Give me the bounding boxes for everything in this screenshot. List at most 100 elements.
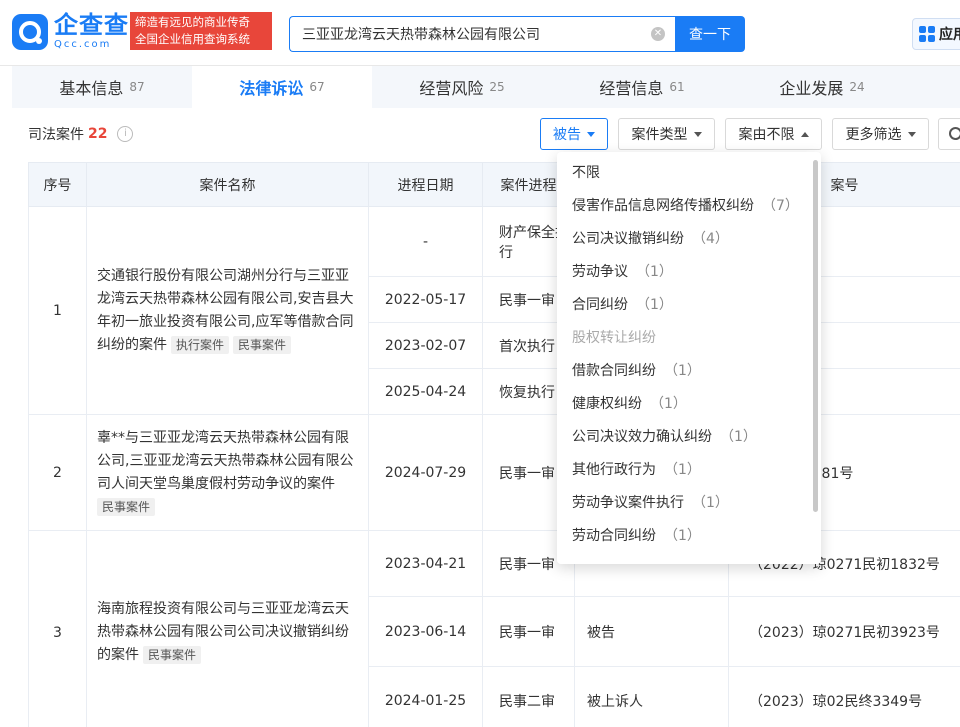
cause-option[interactable]: 健康权纠纷 （1）: [557, 388, 821, 421]
chevron-down-icon: [693, 131, 702, 137]
app-button[interactable]: 应用: [912, 18, 960, 50]
case-stage: 民事一审: [482, 596, 575, 667]
progress-date: 2023-04-21: [368, 530, 483, 597]
cause-options: 不限 侵害作品信息网络传播权纠纷 （7） 公司决议撤销纠纷 （4） 劳动争议 （1） …: [557, 152, 821, 553]
case-name[interactable]: 海南旅程投资有限公司与三亚亚龙湾云天热带森林公园有限公司公司决议撤销纠纷的案件: [97, 601, 349, 663]
option-label: 劳动合同纠纷: [572, 528, 656, 544]
cause-option[interactable]: 公司决议效力确认纠纷 （1）: [557, 421, 821, 454]
main-tabs: 基本信息 87 法律诉讼 67 经营风险 25 经营信息 61 企业发展 24: [12, 66, 960, 108]
logo-en: Qcc.com: [54, 39, 112, 50]
search-input[interactable]: [290, 17, 630, 51]
option-label: 其他行政行为: [572, 462, 656, 478]
chevron-down-icon: [907, 131, 916, 137]
more-filter-label: 更多筛选: [845, 127, 902, 143]
logo[interactable]: 企查查 Qcc.com: [54, 11, 129, 51]
more-filter-button[interactable]: 更多筛选: [832, 118, 929, 150]
cause-option[interactable]: 其他行政行为 （1）: [557, 454, 821, 487]
option-label: 公司决议撤销纠纷: [572, 231, 684, 247]
option-count: （1）: [692, 495, 729, 511]
th-date: 进程日期: [368, 162, 483, 207]
cause-option[interactable]: 劳动争议案件执行 （1）: [557, 487, 821, 520]
cause-option[interactable]: 公司决议撤销纠纷 （4）: [557, 223, 821, 256]
party-role: 被上诉人: [574, 666, 729, 727]
option-count: （1）: [650, 396, 687, 412]
tab-count: 87: [129, 80, 145, 94]
page: 企查查 Qcc.com 缔造有远见的商业传奇 全国企业信用查询系统 ✕ 查一下 …: [0, 0, 960, 727]
option-label: 劳动争议案件执行: [572, 495, 684, 511]
progress-date: 2022-05-17: [368, 276, 483, 323]
cause-option[interactable]: 劳动合同纠纷 （1）: [557, 520, 821, 553]
case-tag: 民事案件: [233, 335, 292, 354]
tab-risk[interactable]: 经营风险 25: [372, 66, 552, 108]
section-title-text: 司法案件: [28, 127, 84, 143]
row-idx: 2: [28, 414, 87, 531]
cause-option[interactable]: 劳动争议 （1）: [557, 256, 821, 289]
case-number-link[interactable]: （2023）琼0271民初3923号: [728, 596, 960, 667]
tab-label: 经营信息: [599, 79, 664, 98]
tab-basic-info[interactable]: 基本信息 87: [12, 66, 192, 108]
option-label: 合同纠纷: [572, 297, 628, 313]
search-box: ✕: [289, 16, 675, 52]
tab-label: 法律诉讼: [239, 79, 304, 98]
case-tag: 执行案件: [171, 335, 230, 354]
tab-operation[interactable]: 经营信息 61: [552, 66, 732, 108]
tab-legal[interactable]: 法律诉讼 67: [192, 66, 372, 108]
case-number-link[interactable]: （2023）琼02民终3349号: [728, 666, 960, 727]
tab-development[interactable]: 企业发展 24: [732, 66, 912, 108]
dropdown-scrollbar[interactable]: [813, 160, 818, 512]
cause-filter-label: 案由不限: [738, 127, 795, 143]
case-name-cell[interactable]: 辜**与三亚亚龙湾云天热带森林公园有限公司,三亚亚龙湾云天热带森林公园有限公司人…: [86, 414, 369, 531]
option-count: （4）: [692, 231, 729, 247]
tab-count: 25: [489, 80, 505, 94]
option-label: 不限: [572, 165, 600, 181]
slogan-line2: 全国企业信用查询系统: [135, 32, 250, 46]
table-search-button[interactable]: [938, 118, 960, 150]
option-label: 借款合同纠纷: [572, 363, 656, 379]
qcc-logo-icon[interactable]: [12, 14, 48, 50]
case-type-filter-button[interactable]: 案件类型: [618, 118, 715, 150]
clear-icon[interactable]: ✕: [651, 27, 665, 41]
section-count: 22: [88, 126, 108, 142]
role-filter-label: 被告: [553, 127, 581, 143]
tab-count: 61: [669, 80, 685, 94]
case-name-cell[interactable]: 海南旅程投资有限公司与三亚亚龙湾云天热带森林公园有限公司公司决议撤销纠纷的案件民…: [86, 530, 369, 727]
info-icon[interactable]: i: [117, 126, 134, 142]
cause-option-disabled: 股权转让纠纷: [557, 322, 821, 355]
tab-label: 企业发展: [779, 79, 844, 98]
top-header: 企查查 Qcc.com 缔造有远见的商业传奇 全国企业信用查询系统 ✕ 查一下 …: [0, 0, 960, 66]
option-count: （1）: [664, 528, 701, 544]
cause-option[interactable]: 合同纠纷 （1）: [557, 289, 821, 322]
progress-date: 2024-07-29: [368, 414, 483, 531]
option-count: （1）: [664, 462, 701, 478]
search-button[interactable]: 查一下: [675, 16, 745, 52]
slogan-badge: 缔造有远见的商业传奇 全国企业信用查询系统: [130, 12, 272, 50]
case-tag: 民事案件: [143, 646, 202, 664]
option-count: （7）: [762, 198, 799, 214]
option-count: （1）: [636, 264, 673, 280]
tab-count: 67: [309, 80, 325, 94]
option-count: （1）: [720, 429, 757, 445]
option-label: 公司决议效力确认纠纷: [572, 429, 712, 445]
row-idx: 1: [28, 206, 87, 415]
cause-filter-button[interactable]: 案由不限: [725, 118, 822, 150]
cause-option[interactable]: 侵害作品信息网络传播权纠纷 （7）: [557, 190, 821, 223]
cause-option[interactable]: 不限: [557, 157, 821, 190]
cause-dropdown: 不限 侵害作品信息网络传播权纠纷 （7） 公司决议撤销纠纷 （4） 劳动争议 （1） …: [557, 152, 821, 564]
case-tag: 民事案件: [97, 497, 156, 516]
role-filter-button[interactable]: 被告: [540, 118, 608, 150]
party-role: 被告: [574, 596, 729, 667]
search-icon: [949, 127, 960, 140]
option-count: （1）: [664, 363, 701, 379]
case-name-cell[interactable]: 交通银行股份有限公司湖州分行与三亚亚龙湾云天热带森林公园有限公司,安吉县大年初一…: [86, 206, 369, 415]
option-count: （1）: [636, 297, 673, 313]
chevron-down-icon: [587, 131, 595, 137]
progress-date: -: [368, 206, 483, 277]
app-label: 应用: [939, 27, 960, 43]
progress-date: 2023-06-14: [368, 596, 483, 667]
tab-label: 经营风险: [419, 79, 484, 98]
cause-option[interactable]: 借款合同纠纷 （1）: [557, 355, 821, 388]
app-grid-icon: [919, 26, 935, 42]
chevron-up-icon: [800, 131, 809, 137]
case-name[interactable]: 辜**与三亚亚龙湾云天热带森林公园有限公司,三亚亚龙湾云天热带森林公园有限公司人…: [97, 430, 353, 492]
option-label: 劳动争议: [572, 264, 628, 280]
